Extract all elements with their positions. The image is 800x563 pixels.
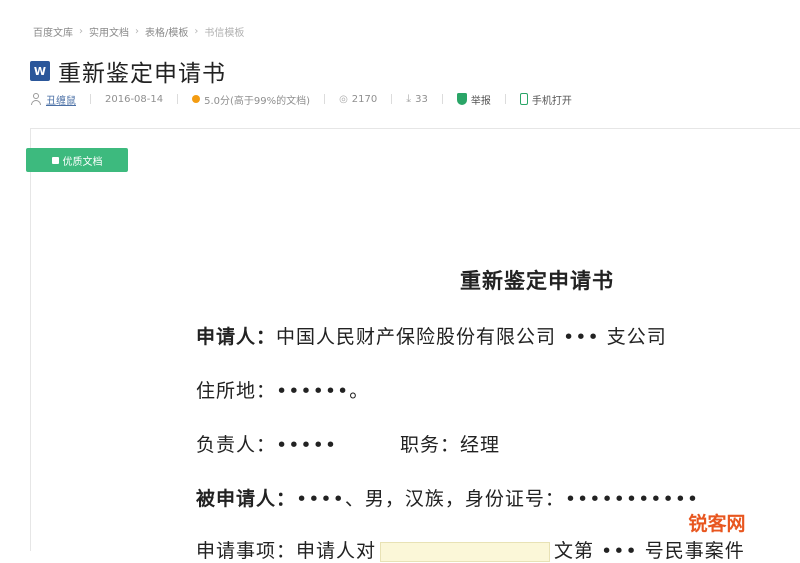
respondent-value: ••••、男，汉族，身份证号：••••••••••• (296, 488, 700, 510)
address-line: 住所地：••••••。 (196, 380, 370, 402)
applicant-value: 中国人民财产保险股份有限公司 ••• 支公司 (276, 326, 667, 348)
document-heading: 重新鉴定申请书 (460, 268, 614, 293)
matter-end: 文第 ••• 号民事案件 (554, 540, 745, 562)
matter-start: 申请事项：申请人对 (196, 540, 377, 562)
applicant-label: 申请人： (196, 326, 277, 348)
highlighted-redaction (380, 542, 551, 562)
site-watermark: 锐客网 (676, 508, 758, 536)
document-page: 重新鉴定申请书 申请人：中国人民财产保险股份有限公司 ••• 支公司 住所地：•… (0, 0, 800, 562)
respondent-line: 被申请人：••••、男，汉族，身份证号：••••••••••• (196, 484, 699, 511)
respondent-label: 被申请人： (196, 488, 297, 510)
applicant-line: 申请人：中国人民财产保险股份有限公司 ••• 支公司 (196, 322, 667, 349)
leader-line: 负责人：••••• (196, 434, 338, 456)
duty-line: 职务：经理 (400, 434, 501, 456)
